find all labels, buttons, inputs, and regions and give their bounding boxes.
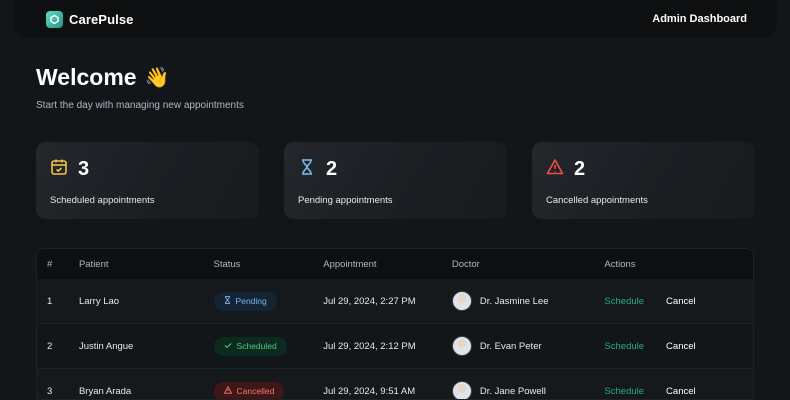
hourglass-icon <box>224 296 231 306</box>
top-header: CarePulse Admin Dashboard <box>14 0 777 38</box>
appointment-date: Jul 29, 2024, 9:51 AM <box>323 385 416 397</box>
row-number: 2 <box>47 340 53 352</box>
table-row: 1 Larry Lao Pending Jul 29, 2024, 2:27 P… <box>37 279 753 324</box>
wave-icon: 👋 <box>144 67 170 89</box>
stat-card-scheduled: 3 Scheduled appointments <box>36 142 259 219</box>
admin-dashboard-label: Admin Dashboard <box>652 13 747 25</box>
scheduled-count: 3 <box>78 158 90 180</box>
patient-name: Bryan Arada <box>78 385 132 397</box>
appointment-date: Jul 29, 2024, 2:27 PM <box>323 295 416 307</box>
warning-icon <box>546 158 564 181</box>
column-header-patient: Patient <box>78 258 109 270</box>
carepulse-logo-icon <box>46 10 63 28</box>
brand[interactable]: CarePulse <box>46 10 134 28</box>
cancel-button[interactable]: Cancel <box>666 386 696 397</box>
stat-card-cancelled: 2 Cancelled appointments <box>532 142 755 219</box>
patient-name: Larry Lao <box>78 295 120 307</box>
schedule-button[interactable]: Schedule <box>604 341 644 352</box>
scheduled-label: Scheduled appointments <box>50 195 155 206</box>
stat-card-pending: 2 Pending appointments <box>284 142 507 219</box>
status-badge: Cancelled <box>213 381 285 399</box>
column-header-actions: Actions <box>604 258 636 270</box>
row-number: 3 <box>47 385 53 397</box>
warning-icon <box>223 385 232 396</box>
status-badge: Pending <box>213 291 277 311</box>
pending-label: Pending appointments <box>298 195 393 206</box>
doctor-name: Dr. Jane Powell <box>479 385 546 397</box>
column-header-doctor: Doctor <box>451 258 480 270</box>
avatar <box>451 381 472 399</box>
pending-count: 2 <box>326 158 338 180</box>
patient-name: Justin Angue <box>78 340 134 352</box>
cancelled-count: 2 <box>574 158 586 180</box>
avatar <box>451 291 472 311</box>
brand-name: CarePulse <box>69 11 134 27</box>
cancelled-label: Cancelled appointments <box>546 195 648 206</box>
schedule-button[interactable]: Schedule <box>604 386 644 397</box>
avatar <box>451 336 472 356</box>
page-title: Welcome 👋 <box>36 64 169 91</box>
cancel-button[interactable]: Cancel <box>666 296 696 307</box>
schedule-button[interactable]: Schedule <box>604 296 644 307</box>
doctor-name: Dr. Evan Peter <box>479 340 542 352</box>
table-header: # Patient Status Appointment Doctor Acti… <box>37 249 753 279</box>
column-header-appointment: Appointment <box>323 258 377 270</box>
column-header-num: # <box>47 258 53 270</box>
table-row: 2 Justin Angue Scheduled Jul 29, 2024, 2… <box>37 324 753 369</box>
hourglass-icon <box>298 158 316 181</box>
check-icon <box>224 341 232 351</box>
welcome-section: Welcome 👋 <box>36 64 169 91</box>
page-subtitle: Start the day with managing new appointm… <box>36 100 244 111</box>
status-badge: Scheduled <box>213 336 287 356</box>
doctor-name: Dr. Jasmine Lee <box>479 295 549 307</box>
cancel-button[interactable]: Cancel <box>666 341 696 352</box>
welcome-title: Welcome <box>36 64 137 90</box>
appointment-date: Jul 29, 2024, 2:12 PM <box>323 340 416 352</box>
table-row: 3 Bryan Arada Cancelled Jul 29, 2024, 9:… <box>37 369 753 399</box>
column-header-status: Status <box>213 258 241 270</box>
appointments-table: # Patient Status Appointment Doctor Acti… <box>36 248 754 400</box>
calendar-icon <box>50 158 68 181</box>
row-number: 1 <box>47 295 53 307</box>
